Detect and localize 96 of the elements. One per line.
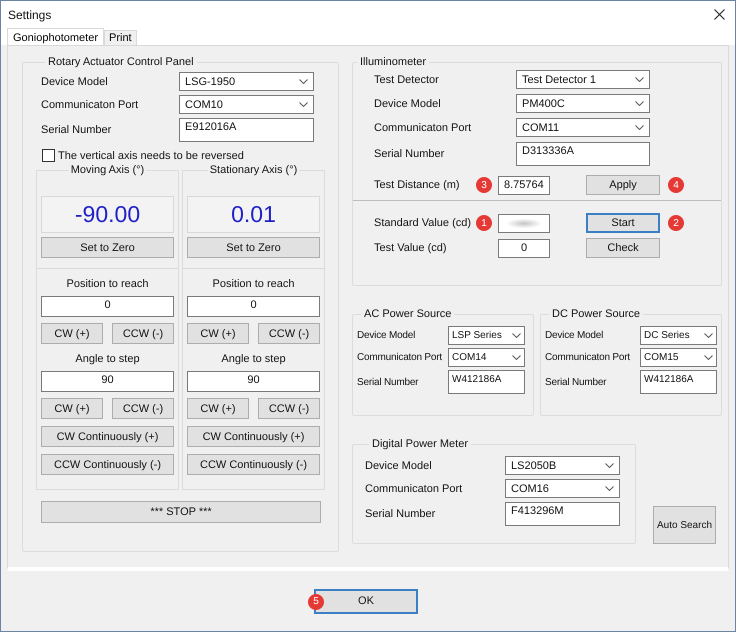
step-button[interactable]: CCW (-) (112, 398, 174, 419)
field-label: Serial Number (545, 376, 608, 388)
field-label: Serial Number (374, 148, 446, 160)
chevron-icon (704, 333, 713, 338)
field-label: Device Model (41, 76, 109, 88)
angle-display: -90.00 (41, 196, 174, 233)
input-field[interactable]: E912016A (179, 118, 314, 142)
field-label: Angle to step (74, 353, 141, 365)
field-label: Position to reach (212, 278, 296, 290)
field-label: Device Model (545, 330, 604, 341)
dropdown[interactable]: COM10 (179, 95, 314, 114)
axis-title: Moving Axis (°) (70, 164, 146, 176)
callout-badge: 3 (476, 177, 492, 193)
chevron-icon (635, 77, 644, 82)
input-field[interactable]: 90 (41, 371, 174, 392)
rotate-button[interactable]: CW (+) (187, 323, 249, 344)
tab[interactable]: Goniophotometer (7, 28, 104, 45)
dropdown[interactable]: DC Series (640, 326, 717, 345)
chevron-icon (299, 79, 308, 84)
group-title: Illuminometer (359, 56, 428, 68)
callout-badge: 4 (668, 177, 684, 193)
field-label: Communicaton Port (357, 352, 444, 363)
step-button[interactable]: CW (+) (41, 398, 103, 419)
field-label: Angle to step (220, 353, 287, 365)
input-field[interactable]: 0 (498, 238, 550, 258)
field-label: Communicaton Port (374, 122, 472, 134)
dropdown[interactable]: PM400C (516, 94, 650, 113)
continuous-button[interactable]: CW Continuously (+) (187, 426, 320, 447)
chevron-icon (299, 102, 308, 107)
set-zero-button[interactable]: Set to Zero (41, 237, 174, 258)
checkbox-label: The vertical axis needs to be reversed (58, 150, 244, 162)
field-label: Device Model (365, 460, 433, 472)
group-title: DC Power Source (551, 308, 642, 320)
field-label: Test Value (cd) (374, 242, 448, 254)
axis-title: Stationary Axis (°) (208, 164, 298, 176)
chevron-icon (512, 355, 521, 360)
input-field[interactable]: 0 (187, 296, 320, 317)
chevron-icon (512, 333, 521, 338)
input-field[interactable]: D313336A (516, 142, 650, 166)
field-label: Communicaton Port (365, 482, 464, 494)
stop-button[interactable]: *** STOP *** (41, 501, 321, 523)
callout-badge: 5 (308, 594, 324, 610)
input-field[interactable]: W412186A (640, 370, 717, 394)
input-field[interactable]: 8.75764 (498, 176, 550, 194)
field-label: Standard Value (cd) (374, 217, 472, 229)
chevron-icon (635, 125, 644, 130)
field-label: Serial Number (357, 376, 420, 388)
continuous-button[interactable]: CW Continuously (+) (41, 426, 174, 447)
checkbox[interactable] (42, 149, 55, 162)
dropdown[interactable]: COM15 (640, 348, 717, 367)
dropdown[interactable]: LSG-1950 (179, 72, 314, 91)
input-field[interactable]: 90 (187, 371, 320, 392)
chevron-icon (635, 101, 644, 106)
step-button[interactable]: CCW (-) (258, 398, 320, 419)
rotate-button[interactable]: CCW (-) (112, 323, 174, 344)
chevron-icon (605, 486, 614, 491)
chevron-icon (605, 463, 614, 468)
set-zero-button[interactable]: Set to Zero (187, 237, 320, 258)
check-button[interactable]: Check (586, 238, 660, 258)
dropdown[interactable]: COM14 (448, 348, 525, 367)
field-label: Test Detector (374, 74, 440, 86)
input-field[interactable] (498, 214, 550, 232)
field-label: Position to reach (66, 278, 150, 290)
callout-badge: 2 (668, 215, 684, 231)
rotate-button[interactable]: CW (+) (41, 323, 103, 344)
input-field[interactable]: W412186A (448, 370, 525, 394)
input-field[interactable]: 0 (41, 296, 174, 317)
apply-button[interactable]: Apply (586, 175, 660, 195)
window-title: Settings (8, 8, 52, 22)
continuous-button[interactable]: CCW Continuously (-) (41, 454, 174, 475)
field-label: Communicaton Port (545, 352, 632, 363)
tab[interactable]: Print (104, 30, 137, 45)
callout-badge: 1 (476, 215, 492, 231)
step-button[interactable]: CW (+) (187, 398, 249, 419)
continuous-button[interactable]: CCW Continuously (-) (187, 454, 320, 475)
field-label: Communicaton Port (41, 98, 140, 110)
group-title: Rotary Actuator Control Panel (47, 56, 195, 68)
field-label: Device Model (357, 330, 416, 341)
field-label: Device Model (374, 98, 442, 110)
dropdown[interactable]: Test Detector 1 (516, 70, 650, 89)
field-label: Test Distance (m) (374, 179, 461, 191)
rotate-button[interactable]: CCW (-) (258, 323, 320, 344)
start-button[interactable]: Start (586, 213, 660, 233)
group-title: Digital Power Meter (371, 438, 469, 450)
angle-display: 0.01 (187, 196, 320, 233)
dropdown[interactable]: LSP Series (448, 326, 525, 345)
dropdown[interactable]: COM16 (505, 479, 620, 498)
dropdown[interactable]: COM11 (516, 118, 650, 137)
group-title: AC Power Source (363, 308, 452, 320)
close-icon[interactable] (714, 9, 725, 20)
auto-search-button[interactable]: Auto Search (653, 506, 716, 544)
input-field[interactable]: F413296M (505, 502, 620, 526)
chevron-icon (704, 355, 713, 360)
dropdown[interactable]: LS2050B (505, 456, 620, 475)
field-label: Serial Number (365, 508, 436, 520)
field-label: Serial Number (41, 124, 112, 136)
